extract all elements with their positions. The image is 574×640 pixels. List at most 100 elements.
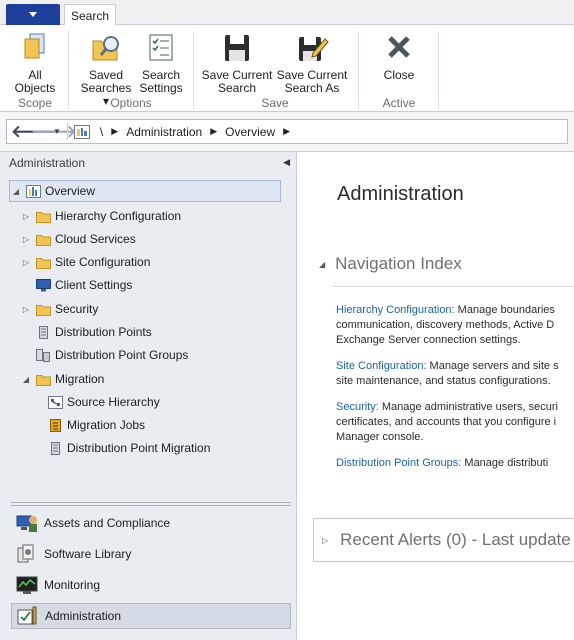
history-dropdown-icon[interactable]: ▼ bbox=[53, 127, 61, 136]
tree-item-migration-jobs[interactable]: Migration Jobs bbox=[32, 414, 145, 436]
collapsed-icon[interactable]: ▷ bbox=[20, 235, 32, 244]
collapsed-icon[interactable]: ▷ bbox=[20, 212, 32, 221]
tree-item-label: Distribution Point Migration bbox=[67, 441, 211, 455]
save-current-search-as-button[interactable]: Save Current Search As bbox=[274, 29, 350, 95]
server-icon bbox=[36, 325, 51, 339]
tree-item-migration[interactable]: ◢ Migration bbox=[20, 368, 104, 390]
breadcrumb-root[interactable]: \ bbox=[100, 125, 103, 139]
collapsed-icon[interactable]: ▷ bbox=[20, 258, 32, 267]
back-arrow-icon[interactable]: 🡐 bbox=[11, 122, 57, 142]
tree-item-client-settings[interactable]: Client Settings bbox=[20, 274, 132, 296]
server-group-icon bbox=[36, 348, 51, 362]
all-objects-button[interactable]: All Objects bbox=[10, 29, 60, 95]
chevron-right-icon[interactable]: ▶ bbox=[111, 126, 118, 137]
chevron-down-icon bbox=[29, 12, 37, 17]
all-objects-label-2: Objects bbox=[14, 81, 56, 95]
main-content: Administration ◢ Navigation Index Hierar… bbox=[297, 152, 574, 640]
client-settings-icon bbox=[36, 278, 51, 292]
save-current-search-button[interactable]: Save Current Search bbox=[200, 29, 274, 95]
application-menu-button[interactable] bbox=[6, 4, 60, 25]
workspace-administration[interactable]: Administration bbox=[11, 603, 291, 629]
page-title: Administration bbox=[337, 183, 464, 205]
tree-item-overview[interactable]: ◢ Overview bbox=[9, 180, 281, 202]
section-divider bbox=[333, 286, 574, 287]
tree-item-label: Migration Jobs bbox=[67, 418, 146, 432]
ribbon-separator bbox=[438, 31, 439, 109]
workspace-label: Administration bbox=[45, 609, 122, 623]
nav-entry-text: Manage administrative users, securi bbox=[378, 401, 558, 413]
workspace-label: Assets and Compliance bbox=[44, 516, 171, 530]
tree-item-label: Distribution Point Groups bbox=[55, 348, 189, 362]
chevron-right-icon[interactable]: ▶ bbox=[283, 126, 290, 137]
jobs-icon bbox=[48, 418, 63, 432]
workspace-assets-and-compliance[interactable]: Assets and Compliance bbox=[11, 510, 291, 536]
tree-item-source-hierarchy[interactable]: Source Hierarchy bbox=[32, 391, 160, 413]
navigation-pane-title: Administration bbox=[9, 156, 86, 170]
expand-section-icon[interactable]: ▷ bbox=[322, 536, 328, 545]
tree-item-hierarchy-configuration[interactable]: ▷ Hierarchy Configuration bbox=[20, 205, 181, 227]
tree-item-distribution-point-migration[interactable]: Distribution Point Migration bbox=[32, 437, 210, 459]
group-label-scope: Scope bbox=[17, 96, 53, 110]
folder-icon bbox=[36, 256, 51, 269]
recent-alerts-title: Recent Alerts (0) - Last update bbox=[340, 530, 571, 549]
nav-entry-text: Manager console. bbox=[336, 431, 424, 443]
collapsed-icon[interactable]: ▷ bbox=[20, 305, 32, 314]
hierarchy-configuration-link[interactable]: Hierarchy Configuration: bbox=[336, 304, 455, 316]
workspace-monitoring[interactable]: Monitoring bbox=[11, 572, 291, 598]
tree-item-label: Cloud Services bbox=[55, 232, 136, 246]
chevron-right-icon[interactable]: ▶ bbox=[210, 126, 217, 137]
nav-entry-hierarchy-configuration: Hierarchy Configuration: Manage boundari… bbox=[336, 303, 574, 348]
tab-search[interactable]: Search bbox=[64, 4, 116, 26]
security-link[interactable]: Security: bbox=[336, 401, 379, 413]
breadcrumb-administration[interactable]: Administration bbox=[126, 125, 202, 139]
workspace-splitter[interactable] bbox=[11, 502, 291, 506]
hierarchy-icon bbox=[48, 395, 63, 409]
nav-entry-text: Manage servers and site s bbox=[426, 360, 559, 372]
recent-alerts-section[interactable]: ▷ Recent Alerts (0) - Last update bbox=[313, 518, 574, 562]
folder-icon bbox=[36, 303, 51, 316]
search-settings-button[interactable]: Search Settings bbox=[136, 29, 186, 95]
nav-entry-text: certificates, and accounts that you conf… bbox=[336, 416, 557, 428]
distribution-point-groups-link[interactable]: Distribution Point Groups: bbox=[336, 457, 461, 469]
navigation-index-header[interactable]: ◢ Navigation Index bbox=[319, 254, 462, 274]
monitoring-icon bbox=[16, 575, 38, 595]
breadcrumb: 🡐 🡒 ▼ \ ▶ Administration ▶ Overview ▶ bbox=[6, 119, 568, 144]
all-objects-icon bbox=[18, 31, 52, 65]
address-divider bbox=[66, 123, 68, 140]
tree-item-security[interactable]: ▷ Security bbox=[20, 298, 98, 320]
expanded-icon[interactable]: ◢ bbox=[10, 187, 22, 196]
search-settings-label-2: Settings bbox=[139, 81, 183, 95]
expanded-icon[interactable]: ◢ bbox=[20, 375, 32, 384]
nav-entry-text: Exchange Server connection settings. bbox=[336, 334, 521, 346]
close-search-button[interactable]: Close bbox=[364, 29, 434, 95]
nav-entry-text: communication, discovery methods, Active… bbox=[336, 319, 555, 331]
workspace-label: Monitoring bbox=[44, 578, 101, 592]
save-current-search-as-label-2: Search As bbox=[284, 81, 340, 95]
ribbon-separator bbox=[193, 31, 194, 109]
save-disk-icon bbox=[220, 31, 254, 65]
saved-searches-button[interactable]: Saved Searches ▾ bbox=[76, 29, 136, 108]
forward-arrow-icon[interactable]: 🡒 bbox=[31, 122, 77, 142]
ribbon-tab-strip: Search bbox=[0, 0, 574, 26]
collapse-pane-icon[interactable]: ◀ bbox=[283, 157, 290, 168]
close-icon bbox=[382, 31, 416, 65]
site-configuration-link[interactable]: Site Configuration: bbox=[336, 360, 427, 372]
tree-item-label: Distribution Points bbox=[55, 325, 152, 339]
tree-item-site-configuration[interactable]: ▷ Site Configuration bbox=[20, 251, 150, 273]
save-current-search-label-2: Search bbox=[217, 81, 257, 95]
tree-item-cloud-services[interactable]: ▷ Cloud Services bbox=[20, 228, 136, 250]
console-root-icon bbox=[73, 124, 90, 139]
breadcrumb-overview[interactable]: Overview bbox=[225, 125, 275, 139]
group-label-options: Options bbox=[110, 96, 152, 110]
workspace-software-library[interactable]: Software Library bbox=[11, 541, 291, 567]
software-library-icon bbox=[16, 544, 38, 564]
collapse-section-icon[interactable]: ◢ bbox=[319, 260, 325, 269]
tree-item-distribution-point-groups[interactable]: Distribution Point Groups bbox=[20, 344, 188, 366]
administration-icon bbox=[17, 606, 39, 626]
overview-icon bbox=[26, 184, 41, 198]
tree-item-label: Migration bbox=[55, 372, 105, 386]
tree-item-distribution-points[interactable]: Distribution Points bbox=[20, 321, 152, 343]
nav-entry-distribution-point-groups: Distribution Point Groups: Manage distri… bbox=[336, 456, 574, 471]
nav-entry-security: Security: Manage administrative users, s… bbox=[336, 400, 574, 445]
address-bar: 🡐 🡒 ▼ \ ▶ Administration ▶ Overview ▶ bbox=[0, 112, 574, 152]
